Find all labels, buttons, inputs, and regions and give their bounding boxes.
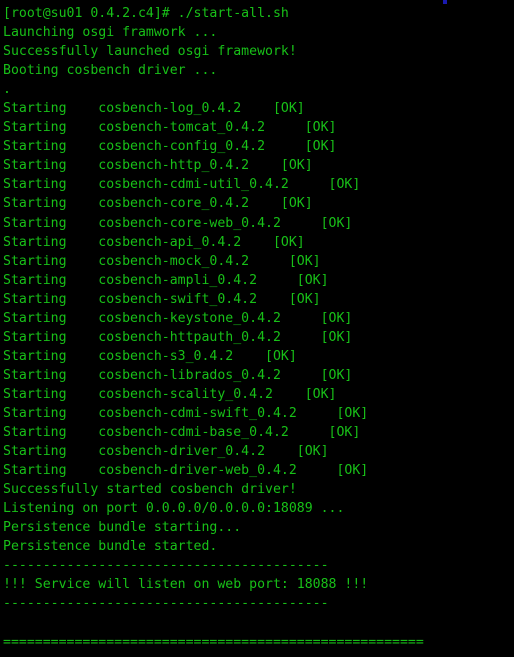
- terminal-line-persistence-starting: Persistence bundle starting...: [3, 520, 242, 536]
- terminal-line-service-swift: Starting cosbench-swift_0.4.2 [OK]: [3, 291, 321, 307]
- terminal-line-service-driver-web: Starting cosbench-driver-web_0.4.2 [OK]: [3, 463, 369, 479]
- terminal-line-service-librados: Starting cosbench-librados_0.4.2 [OK]: [3, 367, 353, 383]
- terminal-line-service-config: Starting cosbench-config_0.4.2 [OK]: [3, 139, 337, 155]
- terminal-line-separator-bottom: ----------------------------------------…: [3, 596, 329, 612]
- terminal-line-service-http: Starting cosbench-http_0.4.2 [OK]: [3, 158, 313, 174]
- terminal-line-service-api: Starting cosbench-api_0.4.2 [OK]: [3, 234, 305, 250]
- terminal-line-separator-top: ----------------------------------------…: [3, 558, 329, 574]
- terminal-line-launched: Successfully launched osgi framework!: [3, 44, 297, 60]
- terminal-line-service-cdmi-base: Starting cosbench-cdmi-base_0.4.2 [OK]: [3, 425, 361, 441]
- terminal-line-web-port-banner: !!! Service will listen on web port: 180…: [3, 577, 369, 593]
- terminal-line-service-tomcat: Starting cosbench-tomcat_0.4.2 [OK]: [3, 120, 337, 136]
- terminal-line-listening: Listening on port 0.0.0.0/0.0.0.0:18089 …: [3, 501, 345, 517]
- terminal-line-service-cdmi-util: Starting cosbench-cdmi-util_0.4.2 [OK]: [3, 177, 361, 193]
- terminal-line-service-scality: Starting cosbench-scality_0.4.2 [OK]: [3, 386, 337, 402]
- terminal-line-launching: Launching osgi framwork ...: [3, 25, 218, 41]
- terminal-line-service-core: Starting cosbench-core_0.4.2 [OK]: [3, 196, 313, 212]
- terminal-line-prompt: [root@su01 0.4.2.c4]# ./start-all.sh: [3, 6, 289, 21]
- terminal-line-progress-dot: .: [3, 82, 11, 98]
- terminal-line-driver-started: Successfully started cosbench driver!: [3, 482, 297, 498]
- terminal-line-persistence-started: Persistence bundle started.: [3, 539, 218, 555]
- terminal-line-service-httpauth: Starting cosbench-httpauth_0.4.2 [OK]: [3, 329, 353, 345]
- terminal-line-service-s3: Starting cosbench-s3_0.4.2 [OK]: [3, 348, 297, 364]
- terminal-line-service-log: Starting cosbench-log_0.4.2 [OK]: [3, 101, 305, 117]
- terminal-line-service-cdmi-swift: Starting cosbench-cdmi-swift_0.4.2 [OK]: [3, 405, 369, 421]
- terminal-line-service-driver: Starting cosbench-driver_0.4.2 [OK]: [3, 444, 329, 460]
- terminal-line-service-ampli: Starting cosbench-ampli_0.4.2 [OK]: [3, 272, 329, 288]
- terminal-line-booting: Booting cosbench driver ...: [3, 63, 218, 79]
- terminal-line-equals-rule: ========================================…: [3, 634, 424, 650]
- terminal-line-service-mock: Starting cosbench-mock_0.4.2 [OK]: [3, 253, 321, 269]
- terminal-line-service-core-web: Starting cosbench-core-web_0.4.2 [OK]: [3, 215, 353, 231]
- cursor-artifact: [443, 0, 447, 4]
- terminal-window[interactable]: [root@su01 0.4.2.c4]# ./start-all.sh Lau…: [0, 0, 514, 657]
- terminal-line-service-keystone: Starting cosbench-keystone_0.4.2 [OK]: [3, 310, 353, 326]
